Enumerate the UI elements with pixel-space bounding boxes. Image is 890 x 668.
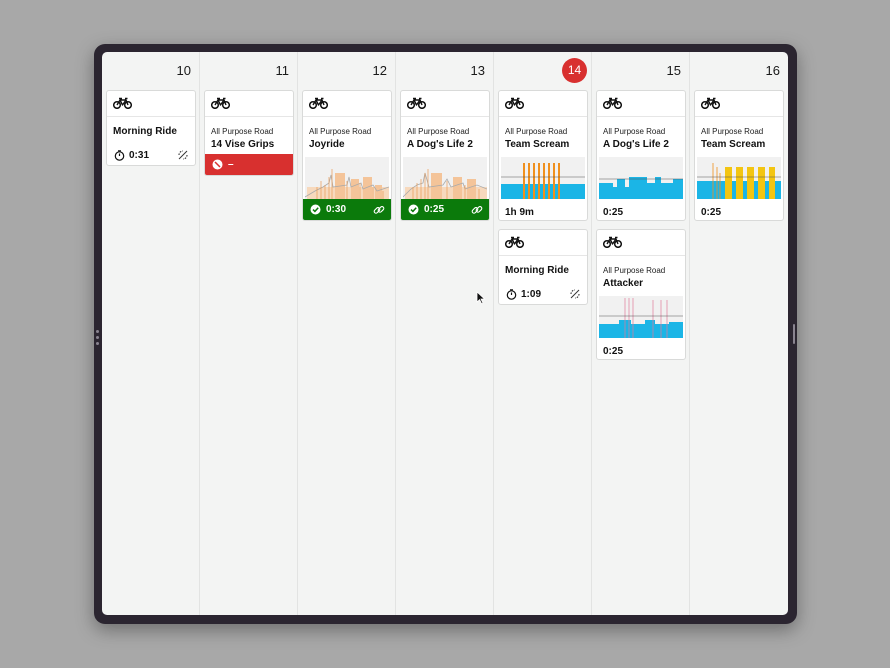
blocked-icon	[212, 159, 223, 170]
completed-status-bar: 0:25	[401, 199, 489, 220]
workout-category: All Purpose Road	[603, 266, 666, 275]
unlinked-icon[interactable]	[177, 149, 189, 161]
workout-profile-chart	[697, 157, 781, 199]
unlinked-icon[interactable]	[569, 288, 581, 300]
bike-icon	[603, 236, 622, 248]
workout-title: 14 Vise Grips	[211, 139, 275, 150]
workout-profile-chart	[305, 157, 389, 199]
day-column-12[interactable]: 12 All Purpose Road Joyride 0:30	[298, 52, 396, 615]
link-icon[interactable]	[373, 204, 385, 216]
ride-duration: 1:09	[521, 289, 542, 300]
ride-duration: 0:31	[129, 150, 150, 161]
bike-icon	[505, 97, 524, 109]
day-column-15[interactable]: 15 All Purpose Road A Dog's Life 2 0:25 …	[592, 52, 690, 615]
today-badge: 14	[562, 58, 587, 83]
calendar-week-view: 10 Morning Ride 0:31 11 All Purpose Road…	[102, 52, 788, 615]
bike-icon	[211, 97, 230, 109]
workout-category: All Purpose Road	[211, 127, 274, 136]
workout-card[interactable]: All Purpose Road Team Scream 1h 9m	[498, 90, 588, 221]
ride-title: Morning Ride	[113, 126, 177, 137]
workout-profile-chart	[403, 157, 487, 199]
check-circle-icon	[408, 204, 419, 215]
workout-title: Attacker	[603, 278, 644, 289]
workout-duration: 1h 9m	[505, 207, 534, 218]
status-value: 0:30	[326, 204, 347, 215]
left-handle	[96, 330, 99, 348]
timer-icon	[114, 150, 125, 161]
workout-title: Team Scream	[505, 139, 570, 150]
workout-title: A Dog's Life 2	[603, 139, 669, 150]
ride-title: Morning Ride	[505, 265, 569, 276]
workout-category: All Purpose Road	[505, 127, 568, 136]
workout-card[interactable]: All Purpose Road 14 Vise Grips –	[204, 90, 294, 176]
workout-card[interactable]: All Purpose Road Team Scream 0:25	[694, 90, 784, 221]
tablet-frame: 10 Morning Ride 0:31 11 All Purpose Road…	[94, 44, 797, 624]
day-column-11[interactable]: 11 All Purpose Road 14 Vise Grips –	[200, 52, 298, 615]
bike-icon	[603, 97, 622, 109]
ride-card[interactable]: Morning Ride 1:09	[498, 229, 588, 305]
day-number: 15	[666, 63, 681, 78]
day-column-16[interactable]: 16 All Purpose Road Team Scream 0:25	[690, 52, 788, 615]
workout-profile-chart	[599, 296, 683, 338]
workout-title: Joyride	[309, 139, 345, 150]
day-column-14[interactable]: 14 All Purpose Road Team Scream 1h 9m Mo…	[494, 52, 592, 615]
workout-title: Team Scream	[701, 139, 766, 150]
status-value: –	[228, 159, 234, 170]
ride-card[interactable]: Morning Ride 0:31	[106, 90, 196, 166]
bike-icon	[701, 97, 720, 109]
day-number: 12	[372, 63, 387, 78]
workout-title: A Dog's Life 2	[407, 139, 473, 150]
day-column-10[interactable]: 10 Morning Ride 0:31	[102, 52, 200, 615]
mouse-cursor-icon	[476, 291, 486, 305]
workout-card[interactable]: All Purpose Road A Dog's Life 2 0:25	[400, 90, 490, 221]
workout-card[interactable]: All Purpose Road A Dog's Life 2 0:25	[596, 90, 686, 221]
timer-icon	[506, 289, 517, 300]
workout-category: All Purpose Road	[603, 127, 666, 136]
workout-category: All Purpose Road	[701, 127, 764, 136]
day-number: 13	[470, 63, 485, 78]
workout-card[interactable]: All Purpose Road Attacker 0:25	[596, 229, 686, 360]
bike-icon	[113, 97, 132, 109]
workout-category: All Purpose Road	[407, 127, 470, 136]
bike-icon	[505, 236, 524, 248]
skipped-status-bar: –	[205, 154, 293, 175]
check-circle-icon	[310, 204, 321, 215]
day-number: 16	[765, 63, 780, 78]
day-column-13[interactable]: 13 All Purpose Road A Dog's Life 2 0:25	[396, 52, 494, 615]
workout-duration: 0:25	[701, 207, 722, 218]
link-icon[interactable]	[471, 204, 483, 216]
status-value: 0:25	[424, 204, 445, 215]
bike-icon	[309, 97, 328, 109]
completed-status-bar: 0:30	[303, 199, 391, 220]
day-number: 10	[176, 63, 191, 78]
workout-category: All Purpose Road	[309, 127, 372, 136]
workout-card[interactable]: All Purpose Road Joyride 0:30	[302, 90, 392, 221]
day-number: 11	[275, 63, 290, 78]
bike-icon	[407, 97, 426, 109]
workout-profile-chart	[599, 157, 683, 199]
workout-duration: 0:25	[603, 346, 624, 357]
workout-profile-chart	[501, 157, 585, 199]
workout-duration: 0:25	[603, 207, 624, 218]
right-handle	[793, 324, 795, 344]
